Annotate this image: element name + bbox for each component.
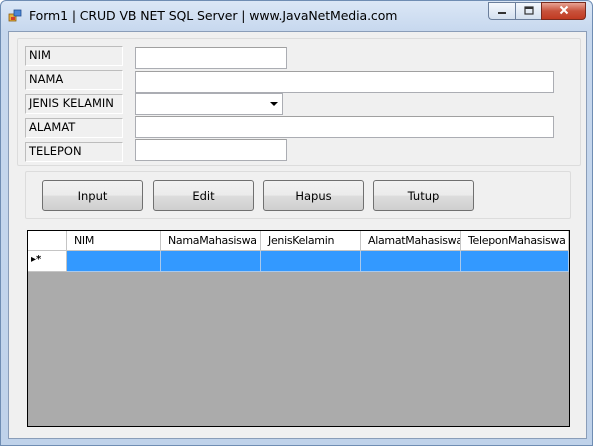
column-header-jenis-kelamin[interactable]: JenisKelamin (261, 231, 361, 251)
close-button[interactable] (541, 2, 586, 20)
new-row-cell-nama-mahasiswa[interactable] (161, 251, 261, 272)
nim-field[interactable] (135, 47, 287, 69)
label-nama: NAMA (25, 70, 123, 90)
new-row-marker-icon: ▸* (31, 254, 42, 265)
app-icon (8, 9, 22, 23)
column-header-alamat-mahasiswa[interactable]: AlamatMahasiswa (361, 231, 461, 251)
column-header-telepon-mahasiswa[interactable]: TeleponMahasiswa (461, 231, 569, 251)
window-title: Form1 | CRUD VB NET SQL Server | www.Jav… (29, 8, 398, 23)
label-telepon: TELEPON (25, 142, 123, 162)
new-row-cell-jenis-kelamin[interactable] (261, 251, 361, 272)
minimize-icon (497, 4, 507, 18)
label-nim: NIM (25, 46, 123, 66)
title-bar[interactable]: Form1 | CRUD VB NET SQL Server | www.Jav… (1, 1, 592, 31)
grid-corner-header[interactable] (28, 231, 67, 251)
tutup-button[interactable]: Tutup (373, 180, 474, 211)
form-client-area: NIM NAMA JENIS KELAMIN ALAMAT TELEPON In… (8, 31, 587, 439)
input-button[interactable]: Input (42, 180, 143, 211)
minimize-button[interactable] (488, 2, 515, 20)
maximize-button[interactable] (515, 2, 541, 20)
data-grid[interactable]: NIM NamaMahasiswa JenisKelamin AlamatMah… (27, 230, 570, 427)
column-header-nama-mahasiswa[interactable]: NamaMahasiswa (161, 231, 261, 251)
alamat-field[interactable] (135, 116, 554, 138)
column-header-nim[interactable]: NIM (67, 231, 161, 251)
jenis-kelamin-dropdown[interactable] (135, 93, 283, 115)
hapus-button[interactable]: Hapus (263, 180, 364, 211)
label-alamat: ALAMAT (25, 118, 123, 138)
edit-button[interactable]: Edit (153, 180, 254, 211)
telepon-field[interactable] (135, 139, 287, 161)
new-row-cell-telepon-mahasiswa[interactable] (461, 251, 569, 272)
window-controls (488, 2, 586, 21)
maximize-icon (523, 4, 534, 18)
new-row-header[interactable]: ▸* (28, 251, 67, 272)
app-window: Form1 | CRUD VB NET SQL Server | www.Jav… (0, 0, 593, 446)
new-row-cell-alamat-mahasiswa[interactable] (361, 251, 461, 272)
close-icon (559, 4, 569, 18)
new-row-cell-nim[interactable] (67, 251, 161, 272)
nama-field[interactable] (135, 71, 554, 93)
label-jenis-kelamin: JENIS KELAMIN (25, 94, 123, 114)
chevron-down-icon[interactable] (270, 102, 278, 106)
